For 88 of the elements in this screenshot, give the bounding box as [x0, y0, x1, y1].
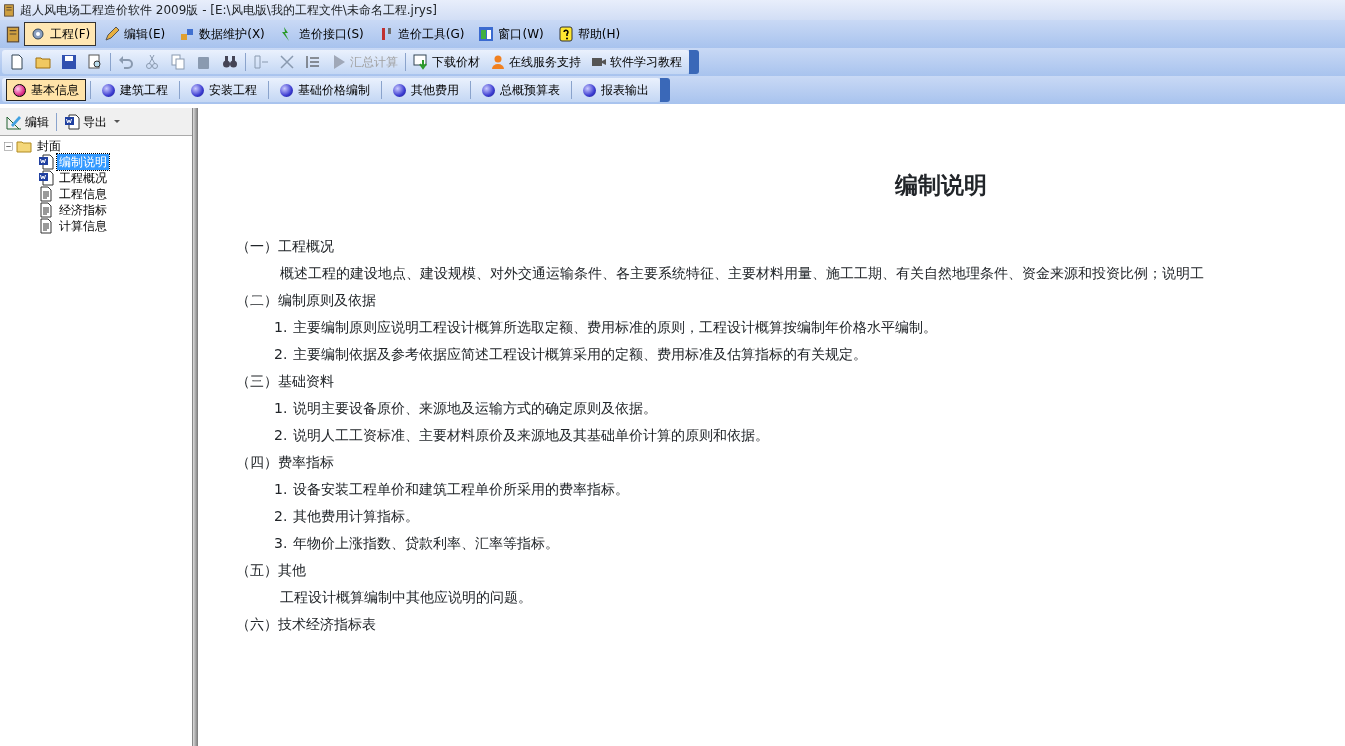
gear-icon: [30, 26, 46, 42]
menu-item[interactable]: 窗口(W): [472, 22, 550, 46]
undo-icon: [118, 54, 134, 70]
menu-item[interactable]: 编辑(E): [98, 22, 172, 46]
window-icon: [478, 26, 495, 42]
list-item-text: 主要编制原则应说明工程设计概算所选取定额、费用标准的原则，工程设计概算按编制年价格水平编制。: [293, 317, 938, 337]
section-heading: （四）费率指标: [236, 452, 335, 472]
toolbar-button[interactable]: 软件学习教程: [588, 52, 685, 72]
ball-icon: [102, 83, 115, 97]
list-item-text: 年物价上涨指数、贷款利率、汇率等指标。: [293, 533, 560, 553]
caret-icon: [114, 120, 120, 123]
cubes-icon: [179, 26, 196, 42]
toolbar-overflow-button[interactable]: [660, 78, 670, 102]
section-heading: （一）工程概况: [236, 236, 335, 256]
ball-icon: [191, 83, 204, 97]
app-icon: [2, 3, 16, 17]
module-tab[interactable]: 建筑工程: [95, 79, 175, 101]
play-icon: [331, 54, 347, 70]
folder-icon: [35, 54, 51, 70]
new-file-icon: [9, 54, 25, 70]
toolbar-button[interactable]: 编辑: [3, 111, 52, 132]
list-number: 1.: [274, 479, 288, 499]
download-icon: [413, 54, 429, 70]
menu-item[interactable]: 帮助(H): [551, 22, 627, 46]
toolbar-button[interactable]: 导出: [61, 111, 123, 132]
folder-icon: [16, 138, 32, 154]
section-heading: （二）编制原则及依据: [236, 290, 377, 310]
ball-icon: [393, 83, 406, 97]
list-icon: [305, 54, 321, 70]
tree-item[interactable]: 经济指标: [57, 202, 109, 218]
section-heading: （五）其他: [236, 560, 307, 580]
tree-item[interactable]: 工程概况: [57, 170, 109, 186]
list-number: 2.: [274, 425, 288, 445]
person-icon: [490, 54, 506, 70]
toolbar-button[interactable]: 下载价材: [410, 52, 483, 72]
ball-icon: [583, 83, 596, 97]
list-number: 3.: [274, 533, 288, 553]
ruler-pen-icon: [6, 113, 22, 130]
list-item-text: 设备安装工程单价和建筑工程单价所采用的费率指标。: [293, 479, 630, 499]
list-item-text: 其他费用计算指标。: [293, 506, 420, 526]
delete-icon: [279, 54, 295, 70]
list-number: 1.: [274, 398, 288, 418]
list-number: 2.: [274, 506, 288, 526]
document-icon: [38, 218, 54, 234]
paragraph: 工程设计概算编制中其他应说明的问题。: [279, 587, 533, 607]
ball-icon: [13, 83, 26, 97]
document-title: 编制说明: [893, 171, 988, 200]
ball-icon: [482, 83, 495, 97]
copy-icon: [170, 54, 186, 70]
module-tab[interactable]: 安装工程: [184, 79, 264, 101]
save-icon: [61, 54, 77, 70]
toolbar-button[interactable]: 在线服务支持: [487, 52, 584, 72]
document-icon: [38, 186, 54, 202]
ball-icon: [280, 83, 293, 97]
tree-item[interactable]: 封面: [35, 138, 63, 154]
splitter[interactable]: [193, 108, 198, 746]
list-item-text: 主要编制依据及参考依据应简述工程设计概算采用的定额、费用标准及估算指标的有关规定。: [293, 344, 868, 364]
module-tab[interactable]: 其他费用: [386, 79, 466, 101]
word-document-icon: [64, 113, 80, 130]
menu-item[interactable]: 造价工具(G): [371, 22, 471, 46]
list-item-text: 说明人工工资标准、主要材料原价及来源地及其基础单价计算的原则和依据。: [293, 425, 770, 445]
word-document-icon: [38, 170, 54, 186]
section-heading: （三）基础资料: [236, 371, 335, 391]
module-tab[interactable]: 报表输出: [576, 79, 656, 101]
pen-icon: [104, 26, 121, 42]
binoculars-icon: [222, 54, 238, 70]
cut-icon: [144, 54, 160, 70]
word-document-icon: [38, 154, 54, 170]
section-heading: （六）技术经济指标表: [236, 614, 377, 634]
preview-icon: [87, 54, 103, 70]
tree-item[interactable]: 计算信息: [57, 218, 109, 234]
tree-item[interactable]: 工程信息: [57, 186, 109, 202]
module-tab[interactable]: 基本信息: [6, 79, 86, 101]
list-number: 2.: [274, 344, 288, 364]
menu-item[interactable]: 工程(F): [24, 22, 97, 46]
document-icon: [38, 202, 54, 218]
app-menu-icon: [4, 25, 22, 43]
help-icon: [557, 26, 574, 42]
list-item-text: 说明主要设备原价、来源地及运输方式的确定原则及依据。: [293, 398, 658, 418]
paragraph: 概述工程的建设地点、建设规模、对外交通运输条件、各主要系统特征、主要材料用量、施工工期、有关自然地理条件、资金来源和投资比例；说明工: [279, 263, 1205, 283]
window-title: 超人风电场工程造价软件 2009版 - [E:\风电版\我的工程文件\未命名工程.jrys]: [20, 2, 437, 19]
menu-item[interactable]: 造价接口(S): [272, 22, 370, 46]
module-tab[interactable]: 总概预算表: [475, 79, 567, 101]
collapse-icon[interactable]: [4, 141, 13, 151]
list-number: 1.: [274, 317, 288, 337]
toolbar-overflow-button[interactable]: [689, 50, 699, 74]
module-tab[interactable]: 基础价格编制: [273, 79, 377, 101]
menu-item[interactable]: 数据维护(X): [173, 22, 271, 46]
